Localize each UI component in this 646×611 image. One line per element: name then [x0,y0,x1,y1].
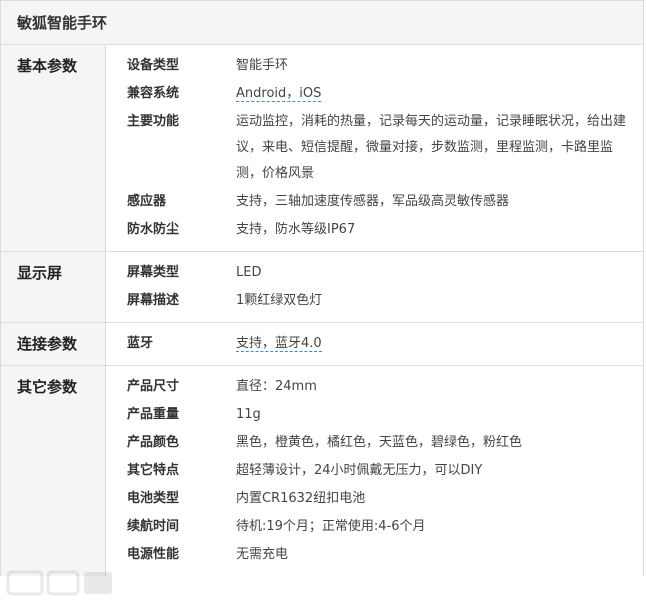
spec-table: 敏狐智能手环 基本参数 设备类型 智能手环 兼容系统 Android，iOS 主… [0,0,644,576]
spec-row: 主要功能 运动监控，消耗的热量，记录每天的运动量，记录睡眠状况，给出建议，来电、… [106,107,643,187]
spec-key: 产品颜色 [127,435,180,450]
spec-row: 蓝牙 支持，蓝牙4.0 [106,329,643,357]
spec-value: Android，iOS [236,79,643,107]
spec-value: 11g [236,407,261,422]
spec-value: 1颗红绿双色灯 [236,293,323,308]
section-other: 其它参数 产品尺寸 直径：24mm 产品重量 11g 产品颜色 黑色，橙黄色，橘… [1,366,643,576]
spec-value: 支持，防水等级IP67 [236,222,356,237]
spec-key: 产品重量 [127,407,180,422]
spec-value: 运动监控，消耗的热量，记录每天的运动量，记录睡眠状况，给出建议，来电、短信提醒，… [236,114,627,181]
section-heading: 连接参数 [1,323,106,365]
spec-row: 感应器 支持，三轴加速度传感器，军品级高灵敏传感器 [106,187,643,215]
spec-value: 内置CR1632纽扣电池 [236,491,366,506]
spec-row: 设备类型 智能手环 [106,51,643,79]
spec-value: 支持，蓝牙4.0 [236,329,643,357]
spec-value-link[interactable]: 支持，蓝牙4.0 [236,336,322,352]
spec-value: 支持，三轴加速度传感器，军品级高灵敏传感器 [236,194,510,209]
spec-key: 设备类型 [127,58,180,73]
spec-value: 黑色，橙黄色，橘红色，天蓝色，碧绿色，粉红色 [236,435,523,450]
spec-key: 电池类型 [127,491,180,506]
spec-row: 屏幕描述 1颗红绿双色灯 [106,286,643,314]
spec-row: 电源性能 无需充电 [106,540,643,568]
spec-row: 屏幕类型 LED [106,258,643,286]
spec-row: 产品尺寸 直径：24mm [106,372,643,400]
spec-key: 蓝牙 [127,336,154,351]
spec-key: 屏幕类型 [127,265,180,280]
spec-value: 无需充电 [236,547,289,562]
spec-key: 屏幕描述 [127,293,180,308]
spec-value: 超轻薄设计，24小时佩戴无压力，可以DIY [236,463,483,478]
spec-row: 兼容系统 Android，iOS [106,79,643,107]
product-title: 敏狐智能手环 [1,1,643,45]
section-display: 显示屏 屏幕类型 LED 屏幕描述 1颗红绿双色灯 [1,252,643,323]
spec-value: 智能手环 [236,58,289,73]
spec-row: 其它特点 超轻薄设计，24小时佩戴无压力，可以DIY [106,456,643,484]
spec-value: 直径：24mm [236,379,317,394]
watermark-logo-icon [6,570,112,596]
spec-key: 主要功能 [127,114,180,129]
spec-key: 其它特点 [127,463,180,478]
section-connectivity: 连接参数 蓝牙 支持，蓝牙4.0 [1,323,643,366]
section-heading: 显示屏 [1,252,106,322]
spec-key: 兼容系统 [127,86,180,101]
spec-value: LED [236,265,262,280]
section-heading: 基本参数 [1,45,106,251]
spec-key: 续航时间 [127,519,180,534]
spec-key: 防水防尘 [127,222,180,237]
spec-value-link[interactable]: Android，iOS [236,86,322,102]
spec-key: 感应器 [127,194,167,209]
spec-row: 电池类型 内置CR1632纽扣电池 [106,484,643,512]
spec-row: 防水防尘 支持，防水等级IP67 [106,215,643,243]
spec-key: 产品尺寸 [127,379,180,394]
section-heading: 其它参数 [1,366,106,576]
spec-row: 续航时间 待机:19个月；正常使用:4-6个月 [106,512,643,540]
spec-key: 电源性能 [127,547,180,562]
spec-row: 产品重量 11g [106,400,643,428]
spec-row: 产品颜色 黑色，橙黄色，橘红色，天蓝色，碧绿色，粉红色 [106,428,643,456]
spec-value: 待机:19个月；正常使用:4-6个月 [236,519,426,534]
section-basic: 基本参数 设备类型 智能手环 兼容系统 Android，iOS 主要功能 运动监… [1,45,643,252]
